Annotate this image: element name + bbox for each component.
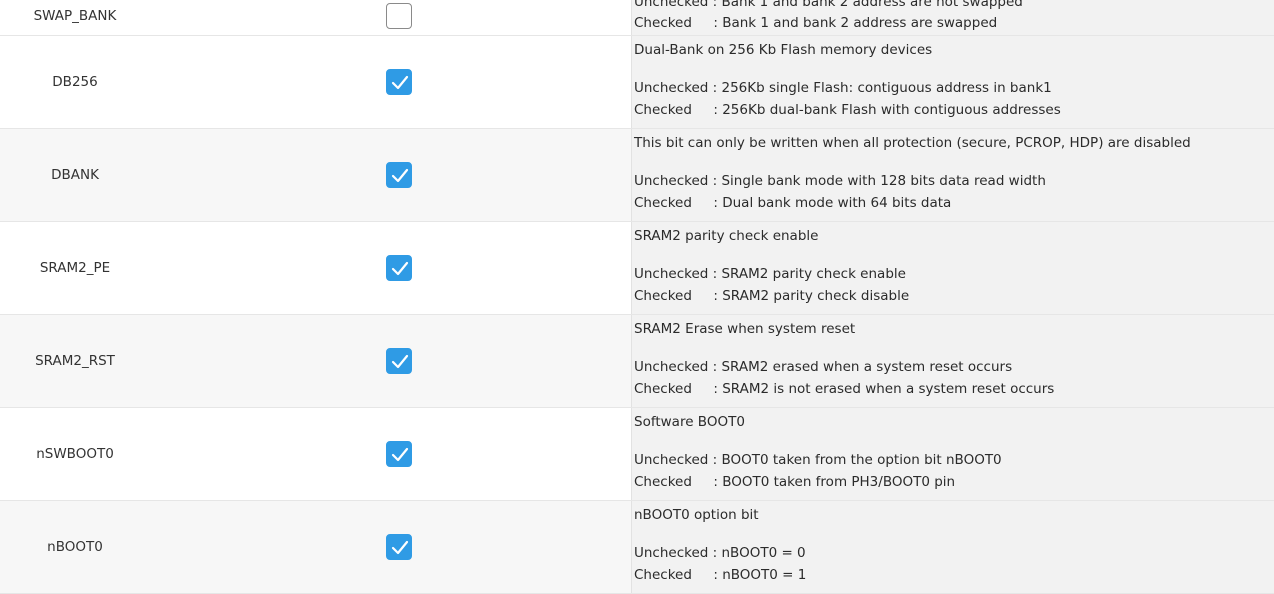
description-checked: Checked : Bank 1 and bank 2 address are … (634, 15, 998, 31)
option-description: Software BOOT0 Unchecked : BOOT0 taken f… (631, 408, 1274, 500)
checkmark-icon (391, 75, 409, 90)
description-checked: Checked : nBOOT0 = 1 (634, 567, 807, 583)
option-name: DBANK (51, 167, 99, 183)
db256-checkbox[interactable] (386, 69, 412, 95)
option-name: SRAM2_RST (35, 353, 115, 369)
description-checked: Checked : Dual bank mode with 64 bits da… (634, 195, 952, 211)
option-name: nBOOT0 (47, 539, 103, 555)
description-checked: Checked : 256Kb dual-bank Flash with con… (634, 102, 1061, 118)
checkmark-icon (391, 447, 409, 462)
option-row-sram2-rst: SRAM2_RST SRAM2 Erase when system reset … (0, 315, 1274, 408)
option-description: This bit can only be written when all pr… (631, 129, 1274, 221)
description-unchecked: Unchecked : nBOOT0 = 0 (634, 545, 806, 561)
option-bytes-table: SWAP_BANK Unchecked : Bank 1 and bank 2 … (0, 0, 1274, 594)
checkmark-icon (391, 540, 409, 555)
dbank-checkbox[interactable] (386, 162, 412, 188)
description-title: Dual-Bank on 256 Kb Flash memory devices (634, 42, 933, 58)
checkmark-icon (391, 168, 409, 183)
option-row-swap-bank: SWAP_BANK Unchecked : Bank 1 and bank 2 … (0, 0, 1274, 36)
checkmark-icon (391, 354, 409, 369)
description-title: SRAM2 Erase when system reset (634, 321, 856, 337)
description-unchecked: Unchecked : Single bank mode with 128 bi… (634, 173, 1046, 189)
option-description: Unchecked : Bank 1 and bank 2 address ar… (631, 0, 1274, 35)
description-checked: Checked : SRAM2 parity check disable (634, 288, 910, 304)
description-title: Software BOOT0 (634, 414, 745, 430)
option-description: SRAM2 Erase when system reset Unchecked … (631, 315, 1274, 407)
description-title: nBOOT0 option bit (634, 507, 759, 523)
option-name: DB256 (52, 74, 98, 90)
description-checked: Checked : SRAM2 is not erased when a sys… (634, 381, 1055, 397)
description-unchecked: Unchecked : SRAM2 erased when a system r… (634, 359, 1013, 375)
description-checked: Checked : BOOT0 taken from PH3/BOOT0 pin (634, 474, 956, 490)
option-description: SRAM2 parity check enable Unchecked : SR… (631, 222, 1274, 314)
checkmark-icon (391, 261, 409, 276)
option-description: nBOOT0 option bit Unchecked : nBOOT0 = 0… (631, 501, 1274, 593)
option-row-nboot0: nBOOT0 nBOOT0 option bit Unchecked : nBO… (0, 501, 1274, 594)
nswboot0-checkbox[interactable] (386, 441, 412, 467)
swap-bank-checkbox[interactable] (386, 2, 412, 29)
option-name: nSWBOOT0 (36, 446, 114, 462)
sram2-rst-checkbox[interactable] (386, 348, 412, 374)
description-title: This bit can only be written when all pr… (634, 135, 1191, 151)
option-row-nswboot0: nSWBOOT0 Software BOOT0 Unchecked : BOOT… (0, 408, 1274, 501)
option-row-dbank: DBANK This bit can only be written when … (0, 129, 1274, 222)
description-unchecked: Unchecked : Bank 1 and bank 2 address ar… (634, 0, 1023, 10)
description-unchecked: Unchecked : SRAM2 parity check enable (634, 266, 906, 282)
nboot0-checkbox[interactable] (386, 534, 412, 560)
sram2-pe-checkbox[interactable] (386, 255, 412, 281)
option-row-sram2-pe: SRAM2_PE SRAM2 parity check enable Unche… (0, 222, 1274, 315)
description-title: SRAM2 parity check enable (634, 228, 819, 244)
option-row-db256: DB256 Dual-Bank on 256 Kb Flash memory d… (0, 36, 1274, 129)
option-description: Dual-Bank on 256 Kb Flash memory devices… (631, 36, 1274, 128)
description-unchecked: Unchecked : 256Kb single Flash: contiguo… (634, 80, 1052, 96)
description-unchecked: Unchecked : BOOT0 taken from the option … (634, 452, 1002, 468)
option-name: SWAP_BANK (33, 7, 117, 24)
option-name: SRAM2_PE (39, 260, 111, 276)
